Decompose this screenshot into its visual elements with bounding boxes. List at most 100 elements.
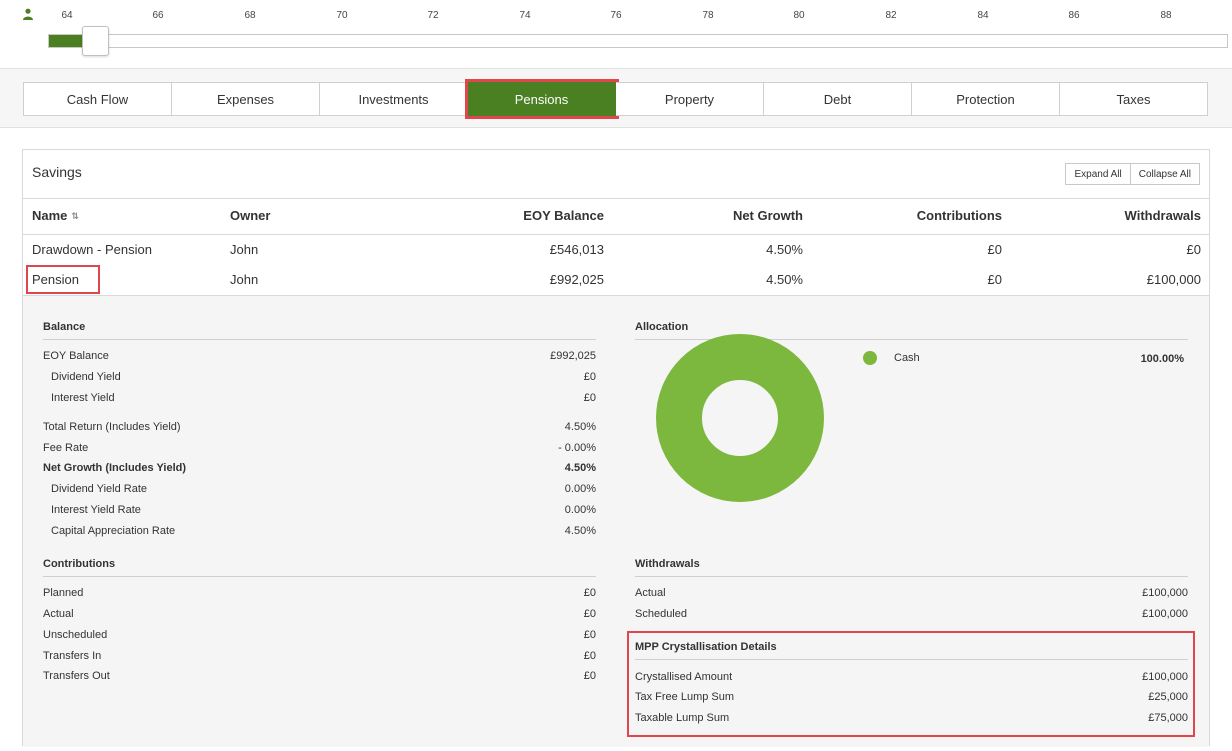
savings-title: Savings bbox=[32, 164, 82, 180]
row-contributions: £0 bbox=[987, 272, 1002, 287]
row-eoy-balance: £992,025 bbox=[549, 272, 604, 287]
contributions-value: £0 bbox=[583, 587, 596, 599]
header-divider bbox=[23, 234, 1209, 235]
balance-section-title: Balance bbox=[43, 321, 86, 333]
age-label: 70 bbox=[336, 10, 348, 21]
contributions-value: £0 bbox=[583, 629, 596, 641]
row-net-growth: 4.50% bbox=[766, 272, 803, 287]
balance-label: Fee Rate bbox=[43, 442, 89, 454]
contributions-value: £0 bbox=[583, 670, 596, 682]
tab-protection[interactable]: Protection bbox=[912, 82, 1060, 116]
balance-label: Total Return (Includes Yield) bbox=[43, 421, 181, 433]
row-withdrawals: £100,000 bbox=[1146, 272, 1201, 287]
collapse-all-button[interactable]: Collapse All bbox=[1130, 163, 1200, 185]
age-label: 78 bbox=[702, 10, 714, 21]
withdrawals-section-title: Withdrawals bbox=[635, 558, 700, 570]
balance-value: 4.50% bbox=[564, 525, 596, 537]
allocation-section-title: Allocation bbox=[635, 321, 689, 333]
balance-value: £992,025 bbox=[550, 350, 596, 362]
balance-value: - 0.00% bbox=[558, 442, 596, 454]
age-label: 72 bbox=[427, 10, 439, 21]
section-divider bbox=[43, 339, 596, 340]
age-slider-handle[interactable] bbox=[82, 26, 109, 56]
contributions-value: £0 bbox=[583, 650, 596, 662]
expand-collapse-group: Expand All Collapse All bbox=[1065, 163, 1200, 185]
contributions-label: Transfers In bbox=[43, 650, 102, 662]
balance-value: 0.00% bbox=[564, 483, 596, 495]
tab-taxes[interactable]: Taxes bbox=[1060, 82, 1208, 116]
contributions-label: Planned bbox=[43, 587, 84, 599]
column-header-name[interactable]: Name ⇅ bbox=[32, 208, 79, 223]
savings-header: Savings Expand All Collapse All bbox=[23, 150, 1209, 199]
tab-cash-flow[interactable]: Cash Flow bbox=[23, 82, 172, 116]
balance-value: 4.50% bbox=[564, 421, 596, 433]
age-slider-track[interactable] bbox=[48, 34, 1228, 48]
balance-value: £0 bbox=[583, 392, 596, 404]
savings-panel: Savings Expand All Collapse All Name ⇅ Ow… bbox=[22, 149, 1210, 747]
row-contributions: £0 bbox=[987, 242, 1002, 257]
row-name: Drawdown - Pension bbox=[32, 242, 152, 257]
column-header-net-growth[interactable]: Net Growth bbox=[603, 208, 803, 223]
age-label: 76 bbox=[610, 10, 622, 21]
allocation-label: Cash bbox=[894, 352, 920, 364]
row-eoy-balance: £546,013 bbox=[549, 242, 604, 257]
age-label: 86 bbox=[1068, 10, 1080, 21]
age-label: 88 bbox=[1160, 10, 1172, 21]
balance-label: EOY Balance bbox=[43, 350, 109, 362]
highlight-mpp-section bbox=[627, 631, 1195, 737]
balance-value: 0.00% bbox=[564, 504, 596, 516]
column-header-eoy-balance[interactable]: EOY Balance bbox=[403, 208, 604, 223]
age-label: 74 bbox=[519, 10, 531, 21]
age-label: 82 bbox=[885, 10, 897, 21]
tab-investments[interactable]: Investments bbox=[320, 82, 468, 116]
age-label: 68 bbox=[244, 10, 256, 21]
donut-slice-cash bbox=[656, 334, 824, 502]
row-net-growth: 4.50% bbox=[766, 242, 803, 257]
tab-debt[interactable]: Debt bbox=[764, 82, 912, 116]
section-divider bbox=[43, 576, 596, 577]
row-owner: John bbox=[230, 272, 259, 287]
tab-pensions[interactable]: Pensions bbox=[465, 79, 619, 119]
age-timeline: 64 66 68 70 72 74 76 78 80 82 84 86 88 bbox=[0, 0, 1232, 68]
highlight-pension-row bbox=[26, 265, 100, 294]
tab-property[interactable]: Property bbox=[616, 82, 764, 116]
age-label: 80 bbox=[793, 10, 805, 21]
balance-label: Capital Appreciation Rate bbox=[51, 525, 176, 537]
column-header-name-label: Name bbox=[32, 208, 68, 223]
balance-label: Interest Yield Rate bbox=[51, 504, 141, 516]
tab-expenses[interactable]: Expenses bbox=[172, 82, 320, 116]
person-icon bbox=[23, 8, 33, 20]
row-withdrawals: £0 bbox=[1186, 242, 1201, 257]
row-owner: John bbox=[230, 242, 259, 257]
column-header-contributions[interactable]: Contributions bbox=[803, 208, 1002, 223]
section-divider bbox=[635, 576, 1188, 577]
age-label: 84 bbox=[977, 10, 989, 21]
age-label: 64 bbox=[61, 10, 73, 21]
withdrawals-value: £100,000 bbox=[1142, 608, 1188, 620]
contributions-label: Unscheduled bbox=[43, 629, 108, 641]
contributions-label: Transfers Out bbox=[43, 670, 110, 682]
sort-icon[interactable]: ⇅ bbox=[71, 211, 79, 222]
balance-label: Net Growth (Includes Yield) bbox=[43, 462, 187, 474]
withdrawals-label: Actual bbox=[635, 587, 666, 599]
age-slider-fill bbox=[49, 35, 85, 47]
expand-all-button[interactable]: Expand All bbox=[1065, 163, 1131, 185]
allocation-value: 100.00% bbox=[1140, 353, 1184, 365]
balance-value: £0 bbox=[583, 371, 596, 383]
contributions-section-title: Contributions bbox=[43, 558, 116, 570]
allocation-donut-chart bbox=[656, 334, 824, 502]
balance-label: Dividend Yield bbox=[51, 371, 121, 383]
tab-bar: Cash Flow Expenses Investments Pensions … bbox=[23, 79, 1208, 119]
balance-label: Dividend Yield Rate bbox=[51, 483, 148, 495]
column-header-owner[interactable]: Owner bbox=[230, 208, 270, 223]
tab-bar-container: Cash Flow Expenses Investments Pensions … bbox=[0, 68, 1232, 128]
contributions-value: £0 bbox=[583, 608, 596, 620]
legend-swatch bbox=[863, 351, 877, 365]
withdrawals-value: £100,000 bbox=[1142, 587, 1188, 599]
contributions-label: Actual bbox=[43, 608, 74, 620]
withdrawals-label: Scheduled bbox=[635, 608, 687, 620]
age-label: 66 bbox=[152, 10, 164, 21]
column-header-withdrawals[interactable]: Withdrawals bbox=[1003, 208, 1201, 223]
balance-value: 4.50% bbox=[564, 462, 596, 474]
balance-label: Interest Yield bbox=[51, 392, 115, 404]
